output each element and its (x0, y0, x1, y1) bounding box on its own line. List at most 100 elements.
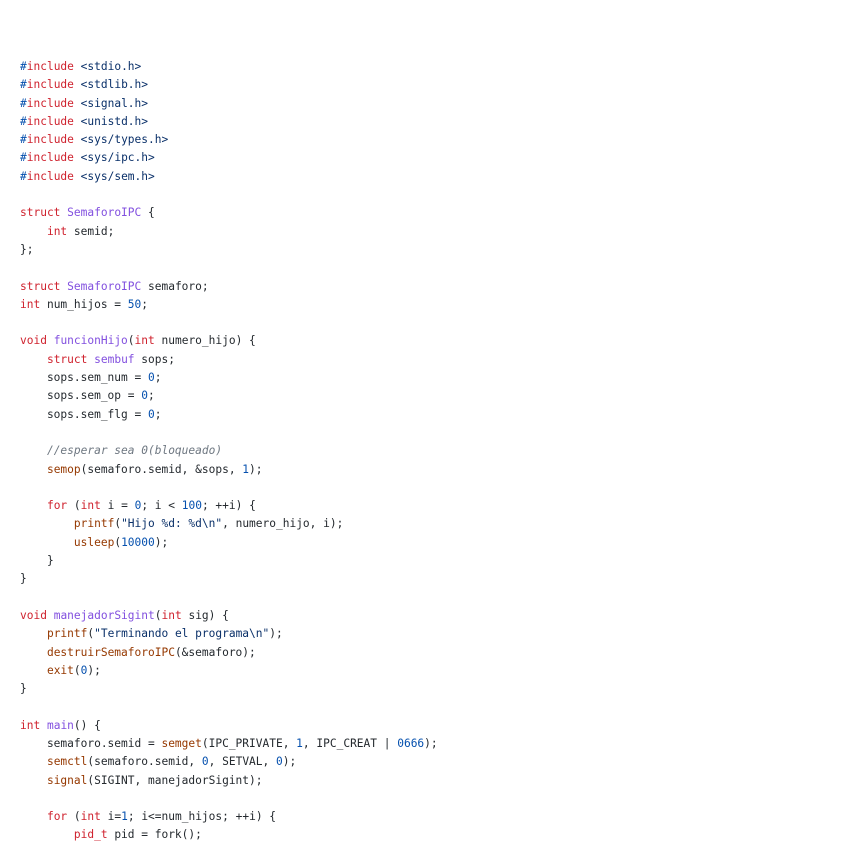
code-token: sops.sem_op = (20, 389, 142, 403)
code-token: int (161, 608, 182, 622)
code-token: include (26, 169, 74, 183)
code-token: ); (282, 755, 297, 769)
code-token: semid; (67, 224, 115, 238)
code-token: ; (141, 297, 149, 311)
code-line: struct sembuf sops; (20, 351, 438, 369)
code-token: ( (67, 499, 81, 513)
code-token: } (20, 554, 54, 568)
code-token: "Hijo %d: %d\n" (121, 517, 223, 531)
code-token: # (20, 78, 27, 92)
code-token: destruirSemaforoIPC (46, 645, 175, 659)
code-token: include (26, 133, 74, 147)
code-token: include (26, 96, 74, 110)
code-token: for (46, 499, 68, 513)
code-token: SemaforoIPC (67, 279, 142, 293)
code-token: struct (20, 206, 61, 220)
code-line: for (int i=1; i<=num_hijos; ++i) { (20, 808, 438, 826)
code-token: 100 (181, 499, 202, 513)
code-line: printf("Terminando el programa\n"); (20, 625, 438, 643)
code-token: ; (154, 371, 162, 385)
code-line: } (20, 570, 438, 588)
code-token: 0 (147, 371, 155, 385)
code-line: int main() { (20, 717, 438, 735)
code-line: #include <stdio.h> (20, 58, 438, 76)
code-token: 0 (147, 407, 155, 421)
code-token: 1 (121, 810, 128, 824)
code-token: int (46, 224, 68, 238)
code-token: } (20, 682, 27, 696)
code-token: printf (73, 517, 115, 531)
code-token: num_hijos = (40, 297, 128, 311)
code-line: sops.sem_flg = 0; (20, 406, 438, 424)
code-token: <stdio.h> (80, 60, 142, 73)
code-token: exit (46, 663, 74, 677)
code-line: #include <sys/sem.h> (20, 168, 438, 186)
code-token: }; (20, 242, 34, 256)
code-token: 0 (201, 755, 209, 769)
code-line: } (20, 552, 438, 570)
code-token: include (26, 60, 74, 73)
code-line: exit(0); (20, 662, 438, 680)
code-line: usleep(10000); (20, 534, 438, 552)
code-line: struct SemaforoIPC { (20, 204, 438, 222)
code-line: pid_t pid = fork(); (20, 826, 438, 844)
code-token: # (20, 169, 27, 183)
code-token: sops; (134, 352, 175, 366)
code-token: <stdlib.h> (80, 78, 149, 92)
code-token: , IPC_CREAT | (302, 736, 398, 750)
code-token: void (20, 334, 47, 348)
code-line: destruirSemaforoIPC(&semaforo); (20, 644, 438, 662)
code-token: <sys/types.h> (80, 133, 169, 147)
code-token: ; (154, 407, 162, 421)
code-token: , SETVAL, (208, 755, 276, 769)
code-token: ; i < (141, 499, 182, 513)
code-token: # (20, 114, 27, 128)
code-token: int (134, 334, 155, 348)
code-token: ( (67, 810, 81, 824)
code-token: ); (424, 736, 438, 750)
code-token: (&semaforo); (174, 645, 256, 659)
code-token: (SIGINT, manejadorSigint); (87, 773, 263, 787)
code-token: numero_hijo) { (154, 334, 256, 348)
code-line: #include <stdlib.h> (20, 76, 438, 94)
code-token: i = (100, 499, 135, 513)
code-token: ); (154, 535, 169, 549)
code-token: { (141, 206, 155, 220)
code-token: sops.sem_num = (20, 371, 148, 385)
code-token: int (80, 810, 101, 824)
code-token: 1 (296, 736, 303, 750)
code-token: for (46, 810, 68, 824)
code-line: } (20, 680, 438, 698)
code-line: semop(semaforo.semid, &sops, 1); (20, 461, 438, 479)
code-token: # (20, 133, 27, 147)
code-token: include (26, 151, 74, 165)
code-token: ; i<=num_hijos; ++i) { (127, 810, 277, 824)
code-token: pid = fork(); (107, 828, 202, 842)
code-token: semaforo.semid = (20, 736, 162, 750)
code-token: semget (161, 736, 202, 750)
code-token: , numero_hijo, i); (222, 517, 344, 531)
code-token: struct (20, 279, 61, 293)
code-line: sops.sem_num = 0; (20, 369, 438, 387)
code-line: //esperar sea 0(bloqueado) (20, 442, 438, 460)
code-line: for (int i = 0; i < 100; ++i) { (20, 497, 438, 515)
code-token: sig) { (181, 608, 229, 622)
code-token: # (20, 151, 27, 165)
